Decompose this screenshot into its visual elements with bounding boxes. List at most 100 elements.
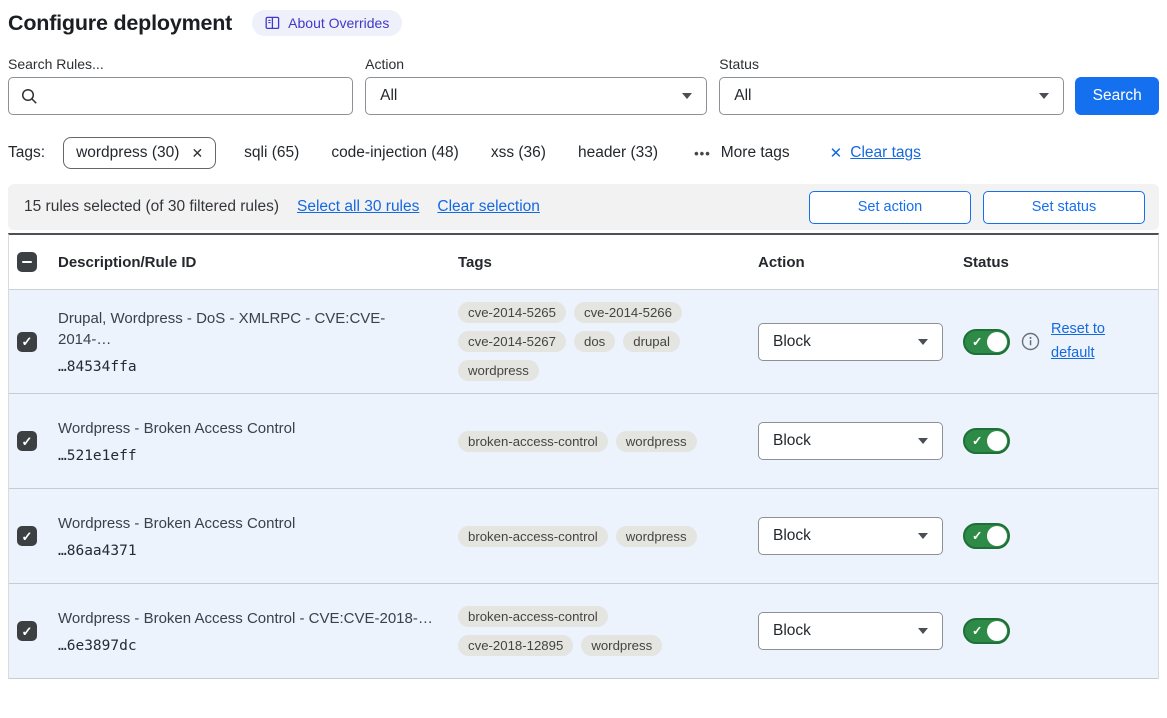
rule-tag: cve-2014-5265: [458, 302, 566, 323]
search-button[interactable]: Search: [1075, 77, 1159, 115]
selected-tag-chip[interactable]: wordpress (30) ✕: [63, 137, 216, 169]
rule-tags-cell: broken-access-control cve-2018-12895 wordp…: [458, 606, 758, 656]
rule-tag: wordpress: [581, 635, 662, 656]
action-filter-group: Action All: [365, 56, 707, 115]
rule-id: …521e1eff: [58, 448, 436, 464]
status-toggle[interactable]: ✓: [963, 329, 1010, 355]
check-icon: ✓: [22, 335, 33, 348]
row-checkbox[interactable]: ✓: [17, 526, 37, 546]
selection-bar: 15 rules selected (of 30 filtered rules)…: [8, 184, 1159, 230]
set-action-button[interactable]: Set action: [809, 191, 971, 224]
configure-deployment-page: Configure deployment About Overrides Sea…: [0, 0, 1167, 679]
rule-tag: dos: [574, 331, 615, 352]
rule-tag: wordpress: [616, 431, 697, 452]
action-filter-select[interactable]: All: [365, 77, 707, 115]
table-header-row: Description/Rule ID Tags Action Status: [9, 235, 1158, 290]
rule-action-value: Block: [773, 622, 811, 640]
status-toggle[interactable]: ✓: [963, 618, 1010, 644]
status-filter-value: All: [734, 87, 751, 105]
rule-action-select[interactable]: Block: [758, 517, 943, 555]
remove-tag-icon[interactable]: ✕: [191, 145, 203, 162]
set-status-button[interactable]: Set status: [983, 191, 1145, 224]
status-filter-group: Status All: [719, 56, 1064, 115]
chevron-down-icon: [918, 339, 928, 345]
column-header-status: Status: [963, 254, 1158, 271]
check-icon: ✓: [972, 623, 982, 638]
rule-action-cell: Block: [758, 323, 963, 361]
row-checkbox-cell: ✓: [9, 332, 58, 352]
check-icon: ✓: [972, 528, 982, 543]
column-header-tags: Tags: [458, 254, 758, 271]
rule-tag: cve-2014-5266: [574, 302, 682, 323]
clear-tags-link[interactable]: ✕ Clear tags: [830, 144, 921, 162]
rule-id: …84534ffa: [58, 359, 436, 375]
check-icon: ✓: [972, 433, 982, 448]
tag-option[interactable]: code-injection (48): [331, 144, 459, 161]
row-checkbox[interactable]: ✓: [17, 332, 37, 352]
search-icon: [21, 88, 38, 105]
chevron-down-icon: [1039, 93, 1049, 99]
row-checkbox[interactable]: ✓: [17, 621, 37, 641]
rule-action-cell: Block: [758, 517, 963, 555]
toggle-knob: [987, 431, 1007, 451]
about-overrides-badge[interactable]: About Overrides: [252, 10, 402, 36]
table-body: ✓ Drupal, Wordpress - DoS - XMLRPC - CVE:…: [9, 290, 1158, 679]
rule-action-cell: Block: [758, 422, 963, 460]
rule-tag: wordpress: [616, 526, 697, 547]
selected-tag-label: wordpress (30): [76, 144, 179, 162]
table-row: ✓Wordpress - Broken Access Control…86aa4…: [9, 489, 1158, 584]
select-all-checkbox[interactable]: [17, 252, 37, 272]
toggle-knob: [987, 332, 1007, 352]
column-header-action: Action: [758, 254, 963, 271]
table-row: ✓Wordpress - Broken Access Control…521e1…: [9, 394, 1158, 489]
tag-option[interactable]: header (33): [578, 144, 658, 161]
status-toggle[interactable]: ✓: [963, 523, 1010, 549]
chevron-down-icon: [918, 628, 928, 634]
status-filter-select[interactable]: All: [719, 77, 1064, 115]
status-toggle[interactable]: ✓: [963, 428, 1010, 454]
check-icon: ✓: [972, 334, 982, 349]
more-tags-button[interactable]: ••• More tags: [694, 144, 790, 162]
row-checkbox[interactable]: ✓: [17, 431, 37, 451]
rule-status-cell: ✓: [963, 618, 1158, 644]
select-all-link[interactable]: Select all 30 rules: [297, 198, 419, 216]
rule-action-select[interactable]: Block: [758, 612, 943, 650]
tag-option[interactable]: xss (36): [491, 144, 546, 161]
rule-tag: cve-2018-12895: [458, 635, 573, 656]
rule-action-select[interactable]: Block: [758, 422, 943, 460]
tag-options: sqli (65) code-injection (48) xss (36) head…: [244, 144, 690, 162]
rule-tag: drupal: [623, 331, 680, 352]
rules-table: Description/Rule ID Tags Action Status ✓…: [8, 233, 1159, 679]
page-title: Configure deployment: [8, 11, 232, 36]
action-filter-value: All: [380, 87, 397, 105]
rule-id: …6e3897dc: [58, 638, 436, 654]
book-icon: [265, 16, 280, 30]
action-filter-label: Action: [365, 56, 707, 72]
rule-tag: cve-2014-5267: [458, 331, 566, 352]
clear-selection-link[interactable]: Clear selection: [437, 198, 540, 216]
tags-label: Tags:: [8, 144, 45, 162]
rule-status-cell: ✓: [963, 523, 1158, 549]
search-input[interactable]: [8, 77, 353, 115]
chevron-down-icon: [682, 93, 692, 99]
rule-action-select[interactable]: Block: [758, 323, 943, 361]
column-header-description: Description/Rule ID: [58, 254, 458, 271]
check-icon: ✓: [22, 625, 33, 638]
rule-tags-cell: broken-access-control wordpress: [458, 431, 758, 452]
rule-description: Drupal, Wordpress - DoS - XMLRPC - CVE:C…: [58, 308, 436, 350]
rule-description: Wordpress - Broken Access Control - CVE:…: [58, 608, 436, 629]
rule-tag: broken-access-control: [458, 431, 608, 452]
table-row: ✓ Drupal, Wordpress - DoS - XMLRPC - CVE:…: [9, 290, 1158, 394]
indeterminate-icon: [22, 261, 32, 264]
rule-tag: broken-access-control: [458, 606, 608, 627]
toggle-knob: [987, 621, 1007, 641]
rule-action-value: Block: [773, 432, 811, 450]
info-icon[interactable]: [1021, 332, 1040, 351]
reset-to-default-link[interactable]: Reset to default: [1051, 318, 1113, 366]
rule-description: Wordpress - Broken Access Control: [58, 513, 436, 534]
row-checkbox-cell: ✓: [9, 431, 58, 451]
tag-option[interactable]: sqli (65): [244, 144, 299, 161]
rule-description-cell: Wordpress - Broken Access Control - CVE:…: [58, 608, 458, 654]
clear-tags-label: Clear tags: [850, 144, 921, 162]
status-filter-label: Status: [719, 56, 1064, 72]
